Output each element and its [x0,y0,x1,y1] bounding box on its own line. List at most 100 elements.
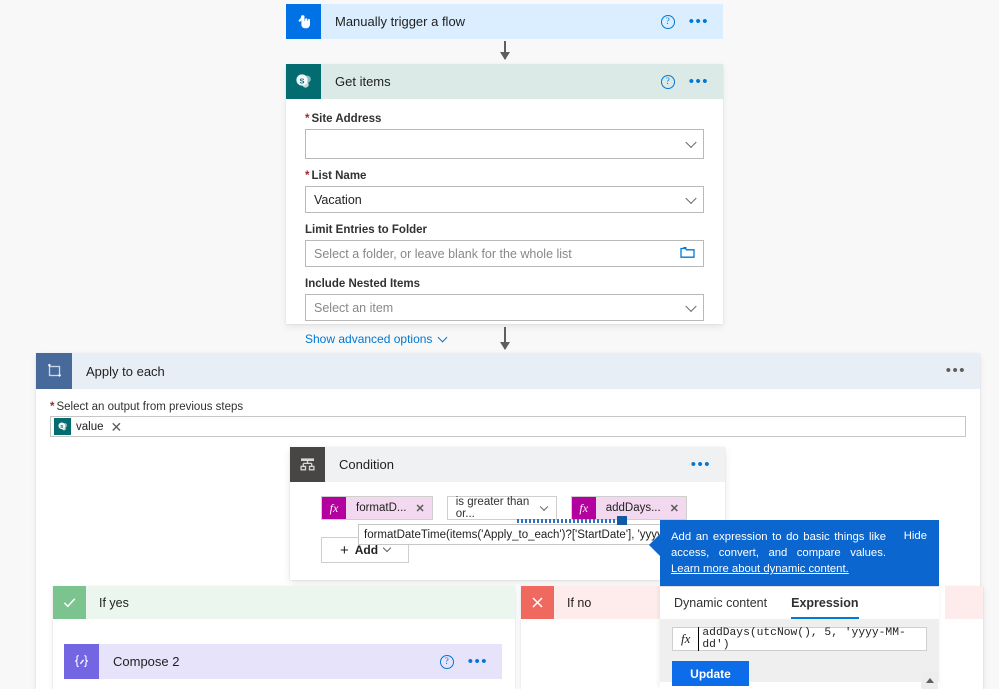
field-label: * Site Address [305,113,382,125]
action-card-get-items[interactable]: S Get items ? ••• * Site Address * List Na… [286,64,723,346]
get-items-header[interactable]: S Get items ? ••• [286,64,723,99]
apply-to-each-body: * Select an output from previous steps S … [36,389,980,437]
help-icon[interactable]: ? [660,14,675,29]
action-card-compose-2[interactable]: Compose 2 ? ••• [64,644,502,679]
help-icon[interactable]: ? [439,654,454,669]
condition-right-expression-token[interactable]: fx addDays... ✕ [570,496,687,520]
expression-input[interactable]: fx addDays(utcNow(), 5, 'yyyy-MM-dd') [672,627,927,651]
required-asterisk: * [305,170,310,182]
site-address-input[interactable] [305,129,704,159]
plus-icon: + [339,541,349,559]
condition-header-actions: ••• [691,457,725,472]
right-token-label: addDays... [605,502,661,514]
field-site-address: * Site Address [305,113,704,159]
condition-left-expression-token[interactable]: fx formatD... ✕ [321,496,433,520]
compose-2-title: Compose 2 [113,654,180,669]
svg-text:S: S [299,76,304,85]
triangle-up-icon [925,678,934,683]
remove-token-icon[interactable]: ✕ [415,502,424,515]
panel-right-edge [939,586,945,689]
field-label: * List Name [305,170,367,182]
more-options-icon[interactable]: ••• [691,457,711,472]
dynamic-token-label: value [76,420,104,433]
fx-icon: fx [322,497,346,519]
list-name-input[interactable]: Vacation [305,186,704,213]
focus-dotted-strip [517,519,625,523]
apply-to-each-header-actions: ••• [946,363,980,378]
apply-to-each-header[interactable]: Apply to each ••• [36,353,980,389]
more-options-icon[interactable]: ••• [946,363,966,378]
more-options-icon[interactable]: ••• [689,74,709,89]
tab-expression[interactable]: Expression [791,596,859,619]
limit-entries-to-folder-input[interactable]: Select a folder, or leave blank for the … [305,240,704,267]
add-button-label: Add [354,543,379,557]
if-yes-header: If yes [53,586,515,619]
tab-dynamic-content[interactable]: Dynamic content [674,596,767,619]
dynamic-content-tabs: Dynamic content Expression [660,587,939,619]
cross-icon [521,586,554,619]
chevron-down-icon [539,502,548,512]
chevron-down-icon[interactable] [685,192,697,204]
expression-input-value: addDays(utcNow(), 5, 'yyyy-MM-dd') [698,627,918,651]
condition-row: fx formatD... ✕ is greater than or... fx… [321,496,725,520]
loop-icon [36,353,72,389]
remove-token-icon[interactable]: ✕ [111,420,123,434]
include-nested-items-placeholder: Select an item [314,300,394,315]
sharepoint-icon: S [54,418,71,435]
left-token-body: formatD... ✕ [346,497,432,519]
left-token-label: formatD... [356,502,407,514]
trigger-title: Manually trigger a flow [335,14,466,29]
field-label: Limit Entries to Folder [305,224,428,236]
update-button[interactable]: Update [672,661,749,686]
select-output-input[interactable]: S value ✕ [50,416,966,437]
remove-token-icon[interactable]: ✕ [670,502,679,515]
chevron-down-icon[interactable] [685,300,697,312]
fx-icon: fx [571,497,596,519]
callout-text-body: Add an expression to do basic things lik… [671,531,886,559]
get-items-header-actions: ? ••• [660,74,723,89]
show-advanced-options-label: Show advanced options [305,332,433,346]
select-output-label: * Select an output from previous steps [50,401,244,413]
connector-arrow-trigger-to-getitems [500,41,510,60]
get-items-body: * Site Address * List Name Vacation Limit … [286,99,723,358]
condition-branch-icon [290,447,325,482]
list-name-value: Vacation [314,192,362,207]
learn-more-link[interactable]: Learn more about dynamic content. [671,563,849,575]
callout-beak [649,534,660,556]
scroll-up-button[interactable] [921,672,938,689]
include-nested-items-input[interactable]: Select an item [305,294,704,321]
more-options-icon[interactable]: ••• [689,14,709,29]
chevron-down-icon[interactable] [685,136,697,149]
focus-marker [617,516,627,525]
help-icon[interactable]: ? [660,74,675,89]
sharepoint-icon: S [286,64,321,99]
dynamic-token-value[interactable]: S value [54,418,104,435]
checkmark-icon [53,586,86,619]
field-include-nested-items: Include Nested Items Select an item [305,278,704,321]
chevron-down-icon [437,332,448,342]
compose-2-header[interactable]: Compose 2 ? ••• [64,644,502,679]
limit-entries-placeholder: Select a folder, or leave blank for the … [314,246,572,261]
flow-designer-canvas: Manually trigger a flow ? ••• S Get item… [0,0,999,689]
if-yes-title: If yes [99,595,129,610]
condition-operator-select[interactable]: is greater than or... [446,496,557,520]
compose-2-header-actions: ? ••• [439,654,502,669]
required-asterisk: * [305,113,310,125]
apply-to-each-title: Apply to each [86,363,165,379]
trigger-header-actions: ? ••• [660,14,723,29]
callout-text: Add an expression to do basic things lik… [671,529,886,577]
trigger-card-header[interactable]: Manually trigger a flow ? ••• [286,4,723,39]
field-list-name: * List Name Vacation [305,170,704,213]
trigger-card-manually-trigger-a-flow[interactable]: Manually trigger a flow ? ••• [286,4,723,39]
field-label: Include Nested Items [305,278,421,290]
fx-icon: fx [681,631,691,646]
dynamic-content-panel: Dynamic content Expression fx addDays(ut… [660,586,939,689]
compose-braces-icon [64,644,99,679]
hide-callout-button[interactable]: Hide [904,530,927,542]
folder-picker-icon[interactable] [680,246,695,262]
condition-header[interactable]: Condition ••• [290,447,725,482]
connector-arrow-getitems-to-applytoeach [500,327,510,350]
hand-pointer-icon [286,4,321,39]
more-options-icon[interactable]: ••• [468,654,488,669]
if-no-title: If no [567,595,592,610]
